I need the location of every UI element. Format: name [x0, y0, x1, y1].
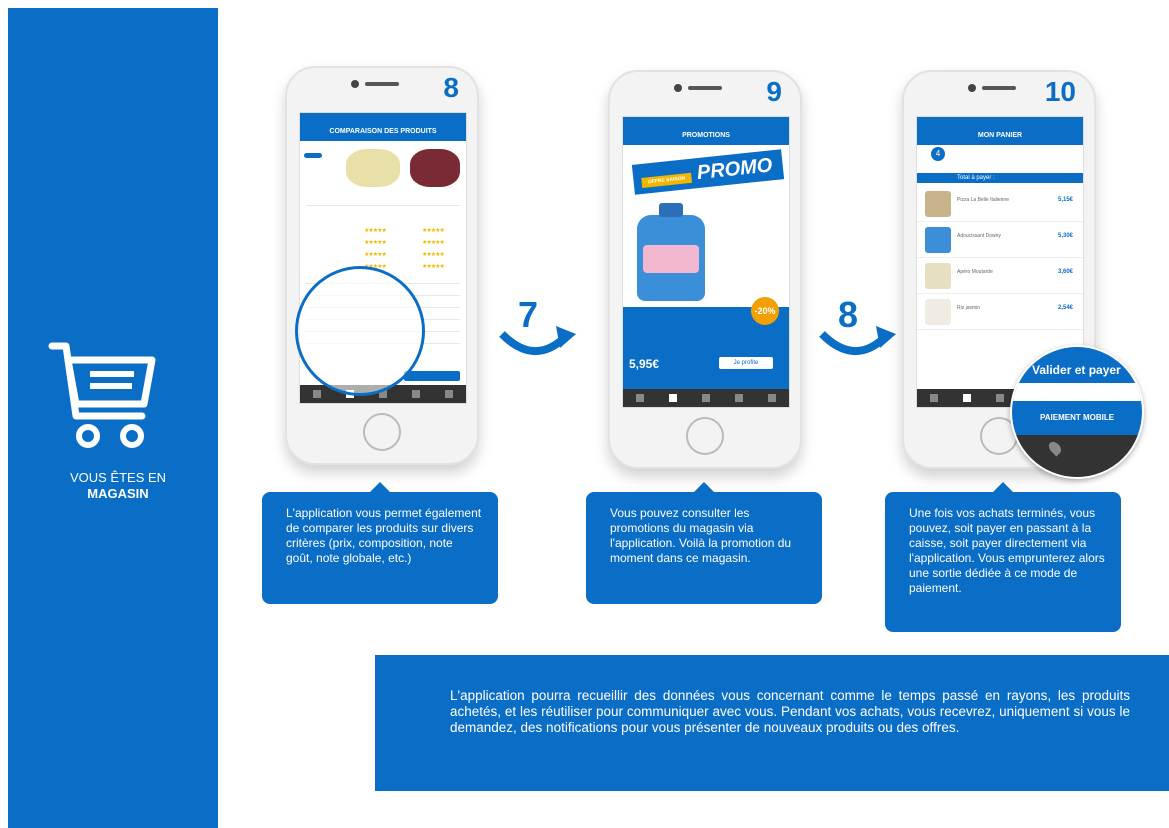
- cart-item[interactable]: Adoucissant Downy 5,30€: [917, 223, 1083, 258]
- cart-item[interactable]: Pizza La Belle Italienne 5,15€: [917, 187, 1083, 222]
- location-tab-icon[interactable]: [412, 390, 421, 398]
- home-button[interactable]: [363, 413, 401, 451]
- phone-camera: [968, 84, 976, 92]
- discount-badge: -20%: [751, 297, 779, 325]
- menu-tab-icon[interactable]: [445, 390, 454, 398]
- item-image: [925, 299, 951, 325]
- arrow-step-number: 7: [518, 294, 539, 335]
- step-number: 8: [443, 72, 459, 103]
- mobile-pay-button[interactable]: PAIEMENT MOBILE: [1040, 413, 1114, 422]
- dark-tabbar: [1012, 435, 1142, 477]
- sidebar: VOUS ÊTES EN MAGASIN: [8, 8, 218, 828]
- cart-tab-icon[interactable]: [668, 394, 677, 402]
- payment-zoom-circle: Valider et payer PAIEMENT MOBILE: [1010, 345, 1144, 479]
- validate-pay-label[interactable]: Valider et payer: [1032, 363, 1121, 377]
- item-name: Riz jasmin: [957, 305, 981, 311]
- account-tab-icon[interactable]: [701, 394, 710, 402]
- promo-tag: OFFRE SAISON: [641, 172, 693, 188]
- home-button[interactable]: [686, 417, 724, 455]
- cart-item[interactable]: Apéro Moutarde 3,60€: [917, 259, 1083, 294]
- bottle-cap: [659, 203, 683, 217]
- promo-price: 5,95€: [629, 357, 660, 371]
- item-name: Adoucissant Downy: [957, 233, 1001, 239]
- shopping-cart-icon: [48, 338, 158, 458]
- phone-camera: [674, 84, 682, 92]
- phone-speaker: [688, 86, 722, 90]
- home-tab-icon[interactable]: [929, 394, 938, 402]
- item-price: 3,60€: [1057, 269, 1073, 275]
- cart-total-bar: Total à payer :: [917, 173, 1083, 183]
- home-tab-icon[interactable]: [312, 390, 321, 398]
- screen-title: COMPARAISON DES PRODUITS: [300, 123, 466, 141]
- tab-bar: [623, 389, 789, 407]
- add-to-list-button[interactable]: [404, 371, 460, 381]
- item-image: [925, 227, 951, 253]
- item-image: [925, 263, 951, 289]
- rating-stars: ★★★★★: [364, 228, 387, 234]
- promo-banner: OFFRE SAISON PROMO: [631, 149, 785, 195]
- rating-stars: ★★★★★: [422, 228, 445, 234]
- step-arrow: 7: [498, 294, 578, 360]
- downy-bottle-image: [637, 203, 705, 301]
- status-bar: [300, 113, 466, 123]
- phone-comparison: 8 COMPARAISON DES PRODUITS ★★★★★ ★★★★★ ★…: [285, 66, 479, 465]
- sidebar-line1: VOUS ÊTES EN: [69, 470, 167, 485]
- payment-bubble: Une fois vos achats terminés, vous pouve…: [885, 482, 1121, 632]
- account-tab-icon[interactable]: [995, 394, 1004, 402]
- cart-item[interactable]: Riz jasmin 2,54€: [917, 295, 1083, 330]
- phone-camera: [351, 80, 359, 88]
- phone-speaker: [365, 82, 399, 86]
- promo-word: PROMO: [695, 154, 774, 185]
- sidebar-caption: VOUS ÊTES EN MAGASIN: [38, 470, 198, 502]
- promotions-screen: PROMOTIONS OFFRE SAISON PROMO 5,95€ Je p…: [622, 116, 790, 408]
- white-strip: [1012, 383, 1142, 401]
- cart-count-badge: 4: [931, 147, 945, 161]
- rating-stars: ★★★★★: [422, 252, 445, 258]
- item-image: [925, 191, 951, 217]
- location-tab-icon[interactable]: [735, 394, 744, 402]
- screen-title: PROMOTIONS: [623, 127, 789, 145]
- menu-tab-icon[interactable]: [768, 394, 777, 402]
- product-image-2: [410, 149, 460, 187]
- item-price: 5,15€: [1057, 197, 1073, 203]
- cart-tab-icon[interactable]: [962, 394, 971, 402]
- item-price: 5,30€: [1057, 233, 1073, 239]
- phone-speaker: [982, 86, 1016, 90]
- data-notice-text: L'application pourra recueillir des donn…: [450, 688, 1130, 735]
- bottle-label: [643, 245, 699, 273]
- status-bar: [623, 117, 789, 127]
- zoom-circle: [295, 266, 425, 396]
- home-tab-icon[interactable]: [635, 394, 644, 402]
- status-bar: [917, 117, 1083, 127]
- promotions-bubble: Vous pouvez consulter les promotions du …: [586, 482, 822, 604]
- item-name: Apéro Moutarde: [957, 269, 993, 275]
- item-name: Pizza La Belle Italienne: [957, 197, 1009, 203]
- screen-title: MON PANIER: [917, 127, 1083, 145]
- rating-stars: ★★★★★: [364, 240, 387, 246]
- step-arrow: 8: [818, 294, 898, 360]
- rating-stars: ★★★★★: [422, 240, 445, 246]
- item-price: 2,54€: [1057, 305, 1073, 311]
- product-image-1: [346, 149, 400, 187]
- arrow-step-number: 8: [838, 294, 859, 335]
- step-number: 10: [1044, 76, 1076, 107]
- sidebar-line2: MAGASIN: [87, 486, 149, 501]
- step-number: 9: [766, 76, 782, 107]
- rating-stars: ★★★★★: [364, 252, 387, 258]
- rating-stars: ★★★★★: [422, 264, 445, 270]
- phone-promotions: 9 PROMOTIONS OFFRE SAISON PROMO 5,95€ Je…: [608, 70, 802, 469]
- divider: [306, 205, 460, 206]
- promo-cta-button[interactable]: Je profite: [719, 357, 773, 369]
- filter-tag[interactable]: [304, 153, 322, 158]
- location-pin-icon: [1046, 439, 1064, 457]
- comparison-bubble: L'application vous permet également de c…: [262, 482, 498, 604]
